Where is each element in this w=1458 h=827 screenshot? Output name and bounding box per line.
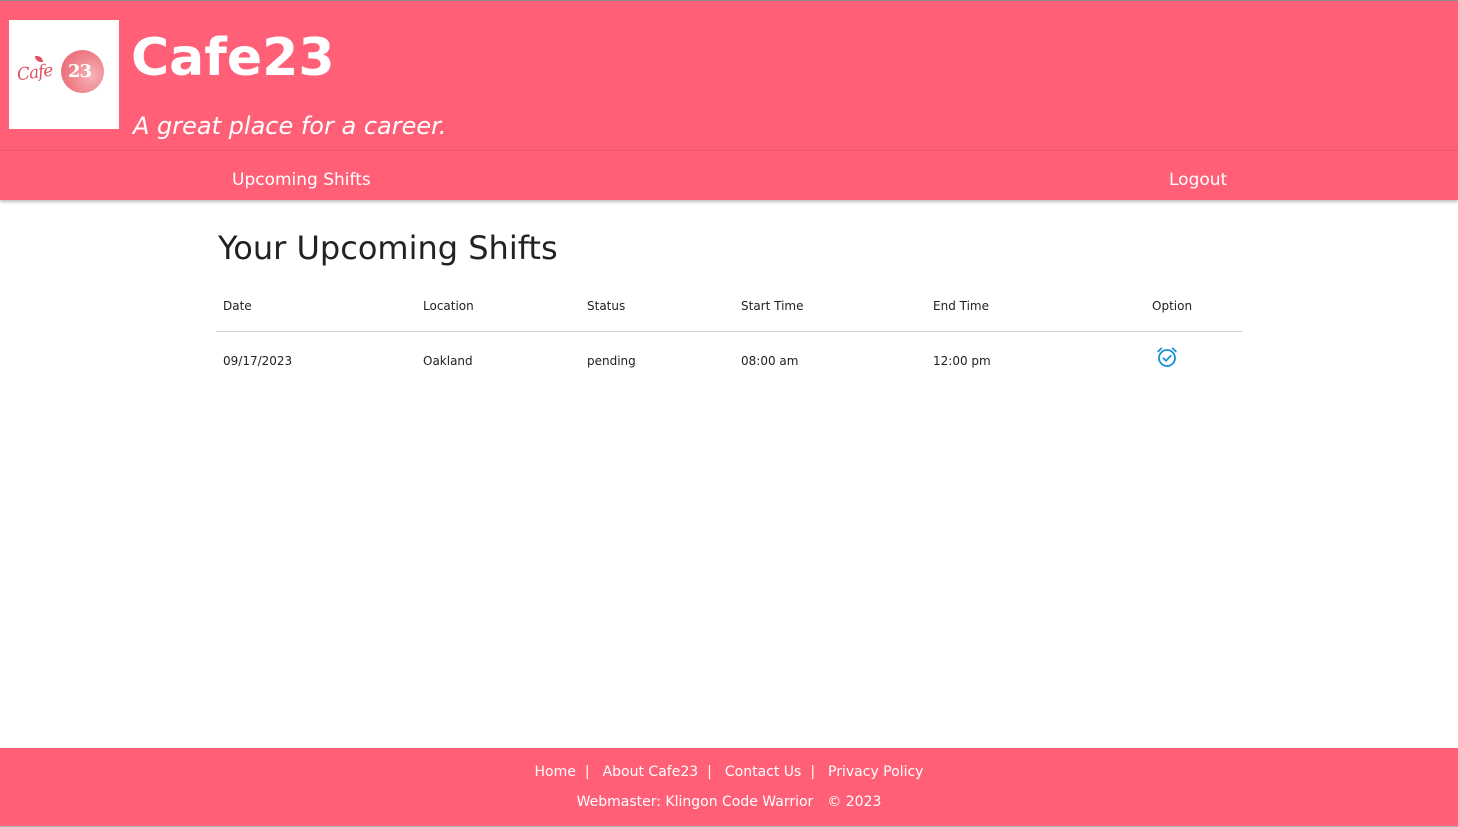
column-header-option: Option — [1152, 299, 1193, 313]
footer-credit: Webmaster: Klingon Code Warrior © 2023 — [0, 793, 1458, 811]
table-header-row: Date Location Status Start Time End Time… — [216, 284, 1242, 332]
footer-separator: | — [584, 764, 590, 780]
cell-date: 09/17/2023 — [223, 354, 293, 368]
nav-link-upcoming-shifts[interactable]: Upcoming Shifts — [232, 169, 371, 191]
footer-link-home[interactable]: Home — [535, 764, 576, 780]
footer-separator: | — [707, 764, 712, 780]
page: Cafe 23 Cafe23 A great place for a caree… — [0, 0, 1458, 827]
alarm-clock-check-icon[interactable] — [1155, 345, 1179, 369]
column-header-end-time: End Time — [933, 299, 989, 313]
site-header: Cafe 23 Cafe23 A great place for a caree… — [0, 0, 1458, 150]
site-footer: Home | About Cafe23 | Contact Us | Privacy Pol… — [0, 748, 1458, 827]
footer-link-privacy[interactable]: Privacy Policy — [828, 764, 923, 780]
cell-status: pending — [587, 354, 636, 368]
column-header-date: Date — [223, 299, 252, 313]
copyright-text: © 2023 — [827, 794, 882, 810]
site-title: Cafe23 — [131, 28, 335, 88]
site-tagline: A great place for a career. — [133, 112, 447, 140]
page-title: Your Upcoming Shifts — [218, 229, 558, 267]
table-row: 09/17/2023 Oakland pending 08:00 am 12:0… — [216, 332, 1242, 390]
webmaster-credit: Webmaster: Klingon Code Warrior — [576, 794, 814, 810]
nav-link-logout[interactable]: Logout — [1169, 169, 1227, 191]
footer-links: Home | About Cafe23 | Contact Us | Privacy Pol… — [0, 763, 1458, 781]
cell-location: Oakland — [423, 354, 473, 368]
column-header-start-time: Start Time — [741, 299, 804, 313]
footer-link-about[interactable]: About Cafe23 — [603, 764, 699, 780]
logo-number-text: 23 — [68, 61, 92, 82]
column-header-location: Location — [423, 299, 474, 313]
cell-end-time: 12:00 pm — [933, 354, 991, 368]
footer-link-contact[interactable]: Contact Us — [725, 764, 801, 780]
logo-script-text: Cafe — [15, 60, 54, 86]
shifts-table: Date Location Status Start Time End Time… — [216, 284, 1242, 390]
footer-separator: | — [810, 764, 816, 780]
cell-start-time: 08:00 am — [741, 354, 799, 368]
logo: Cafe 23 — [9, 20, 119, 129]
column-header-status: Status — [587, 299, 626, 313]
main-nav: Upcoming Shifts Logout — [0, 150, 1458, 200]
